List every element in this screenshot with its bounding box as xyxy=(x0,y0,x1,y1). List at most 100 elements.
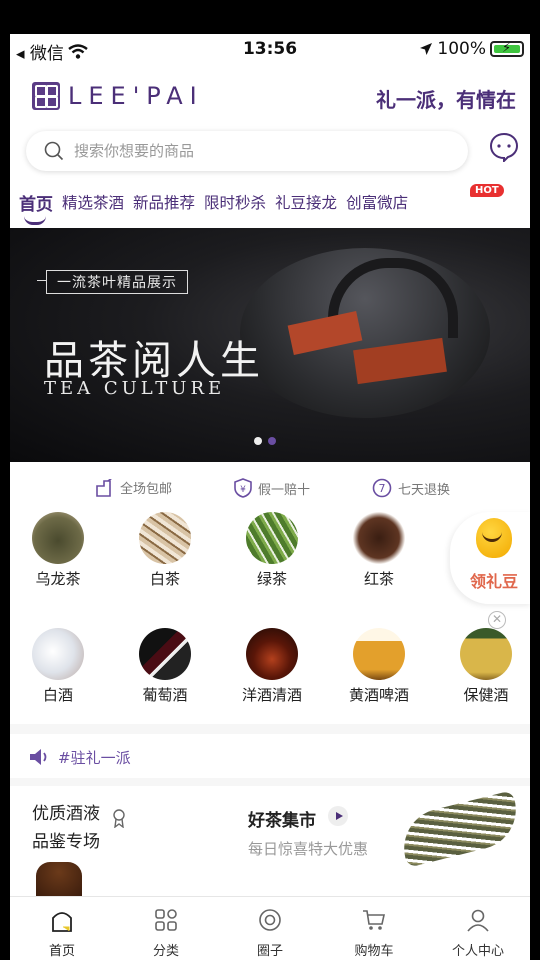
tabbar-label: 首页 xyxy=(48,944,75,959)
svg-text:7: 7 xyxy=(379,482,386,495)
tab-new-products[interactable]: 新品推荐 xyxy=(124,191,195,213)
tab-home[interactable]: 首页 xyxy=(10,190,53,225)
circle-icon xyxy=(259,909,281,931)
category-label: 白酒 xyxy=(42,686,73,704)
category-oolong[interactable]: 乌龙茶 xyxy=(18,512,98,589)
carousel-dots xyxy=(254,437,276,445)
message-button[interactable] xyxy=(489,132,519,166)
tabbar-profile[interactable]: 个人中心 xyxy=(426,897,530,960)
search-icon xyxy=(44,141,64,161)
close-widget-icon[interactable]: ✕ xyxy=(488,611,506,629)
category-white-tea[interactable]: 白茶 xyxy=(125,512,205,589)
tabbar-label: 分类 xyxy=(152,944,179,959)
tab-flash-sale[interactable]: 限时秒杀 xyxy=(195,191,266,213)
brand-name: LEE'PAI xyxy=(68,82,204,110)
promo-left-line1: 优质酒液 xyxy=(32,804,100,824)
banner-tag: 一流茶叶精品展示 xyxy=(37,270,188,294)
tabbar-home[interactable]: 首页 xyxy=(10,897,114,960)
service-free-shipping: 全场包邮 xyxy=(94,478,172,497)
search-bar[interactable] xyxy=(26,131,468,171)
promo-right-title: 好茶集市 xyxy=(248,811,316,831)
section-divider xyxy=(10,724,530,734)
category-tabs: 首页 精选茶酒 新品推荐 限时秒杀 礼豆接龙 创富微店 xyxy=(10,184,530,225)
category-label: 乌龙茶 xyxy=(35,570,81,588)
category-label: 洋酒清酒 xyxy=(241,686,302,704)
category-green-tea[interactable]: 绿茶 xyxy=(232,512,312,589)
delivery-icon xyxy=(96,478,112,497)
brand-logo-icon xyxy=(32,82,60,110)
tabbar-label: 个人中心 xyxy=(451,944,504,959)
category-label: 红茶 xyxy=(363,570,394,588)
service-label: 假一赔十 xyxy=(258,482,311,498)
tabbar-category[interactable]: 分类 xyxy=(114,897,218,960)
search-input[interactable] xyxy=(72,141,436,161)
home-icon xyxy=(52,912,72,932)
service-label: 七天退换 xyxy=(398,482,451,498)
beer-image xyxy=(353,628,405,680)
category-label: 黄酒啤酒 xyxy=(348,686,409,704)
claim-lidou-widget[interactable]: 领礼豆 xyxy=(450,512,530,604)
tab-selected-tea-wine[interactable]: 精选茶酒 xyxy=(53,191,124,213)
spirits-image xyxy=(246,628,298,680)
tab-micro-store[interactable]: 创富微店 xyxy=(337,191,408,213)
section-divider xyxy=(10,778,530,786)
category-label: 绿茶 xyxy=(256,570,287,588)
promo-right-subtitle: 每日惊喜特大优惠 xyxy=(248,840,369,858)
black-tea-image xyxy=(353,512,405,564)
hot-badge: HOT xyxy=(470,184,504,197)
category-label: 白茶 xyxy=(149,570,180,588)
seven-days-icon: 7 xyxy=(372,478,392,498)
category-wine[interactable]: 葡萄酒 xyxy=(125,628,205,705)
category-label: 保健酒 xyxy=(463,686,509,704)
banner-subtitle: TEA CULTURE xyxy=(44,378,226,399)
notice-text: #驻礼一派 xyxy=(58,748,131,767)
category-baijiu[interactable]: 白酒 xyxy=(18,628,98,705)
oolong-tea-image xyxy=(32,512,84,564)
baijiu-image xyxy=(32,628,84,680)
tabbar-label: 圈子 xyxy=(256,944,283,959)
cart-icon xyxy=(363,910,385,930)
carousel-dot-active[interactable] xyxy=(268,437,276,445)
category-label: 葡萄酒 xyxy=(142,686,188,704)
tabbar-label: 购物车 xyxy=(354,944,394,959)
tabbar-cart[interactable]: 购物车 xyxy=(322,897,426,960)
ribbon-icon xyxy=(113,809,125,828)
service-guarantees: 全场包邮 ¥ 假一赔十 7 七天退换 xyxy=(10,474,530,500)
white-tea-image xyxy=(139,512,191,564)
service-label: 全场包邮 xyxy=(120,482,173,497)
speaker-icon xyxy=(30,749,47,765)
svg-text:¥: ¥ xyxy=(240,485,246,495)
brand-slogan: 礼一派，有情在 xyxy=(376,88,516,112)
play-arrow-icon xyxy=(328,806,348,826)
category-yellow-wine-beer[interactable]: 黄酒啤酒 xyxy=(339,628,419,705)
green-tea-image xyxy=(246,512,298,564)
chat-bubble-icon xyxy=(489,132,519,164)
bottom-tab-bar: 首页 分类 圈子 购物车 个人中心 xyxy=(10,896,530,960)
tea-leaves-image xyxy=(395,790,525,868)
claim-lidou-label: 领礼豆 xyxy=(470,572,519,591)
location-arrow-icon xyxy=(420,43,433,55)
category-icon xyxy=(155,909,177,931)
service-seven-day-return: 7 七天退换 xyxy=(372,478,450,498)
category-health-wine[interactable]: 保健酒 xyxy=(446,628,526,705)
shield-icon: ¥ xyxy=(234,478,252,498)
notice-bar[interactable]: #驻礼一派 xyxy=(10,740,530,774)
status-bar: ◂ 微信 13:56 100% ⚡ xyxy=(10,34,530,64)
category-spirits-sake[interactable]: 洋酒清酒 xyxy=(232,628,312,705)
battery-icon: ⚡ xyxy=(490,41,524,57)
tabbar-circle[interactable]: 圈子 xyxy=(218,897,322,960)
carousel-dot[interactable] xyxy=(254,437,262,445)
category-black-tea[interactable]: 红茶 xyxy=(339,512,419,589)
wine-image xyxy=(139,628,191,680)
profile-icon xyxy=(467,909,489,932)
promo-left-text: 优质酒液 品鉴专场 xyxy=(32,800,100,856)
service-genuine-guarantee: ¥ 假一赔十 xyxy=(234,478,310,498)
promo-wine-tasting[interactable]: 优质酒液 品鉴专场 xyxy=(10,786,228,912)
battery-percent: 100% xyxy=(437,39,486,59)
hero-banner[interactable]: 一流茶叶精品展示 品茶阅人生 TEA CULTURE xyxy=(10,228,530,462)
app-screen: ◂ 微信 13:56 100% ⚡ LEE'PAI 礼一派，有情在 搜索你想要的… xyxy=(10,34,530,960)
promo-left-line2: 品鉴专场 xyxy=(32,832,100,852)
promo-tea-market[interactable]: 好茶集市 每日惊喜特大优惠 xyxy=(234,786,530,906)
health-wine-image xyxy=(460,628,512,680)
tab-lidou-relay[interactable]: 礼豆接龙 xyxy=(266,191,337,213)
